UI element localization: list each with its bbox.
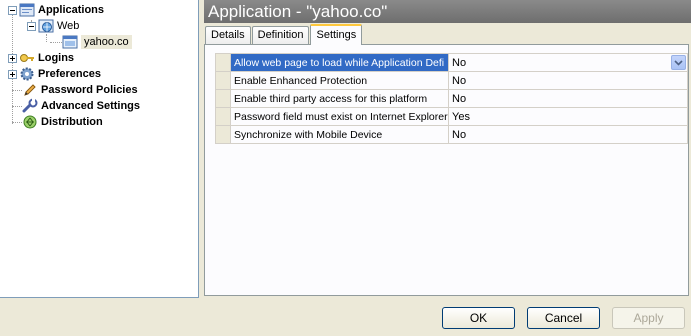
setting-name: Allow web page to load while Application… — [230, 53, 449, 72]
setting-value[interactable]: No — [448, 89, 688, 108]
settings-row[interactable]: Synchronize with Mobile Device No — [215, 125, 688, 144]
row-gutter — [215, 125, 231, 144]
tree-item-advanced-settings[interactable]: Advanced Settings — [22, 98, 140, 114]
tab-strip: Details Definition Settings — [205, 24, 363, 45]
dropdown-button[interactable] — [671, 55, 686, 70]
apply-button[interactable]: Apply — [612, 307, 685, 329]
setting-name: Enable third party access for this platf… — [230, 89, 449, 108]
tree-item-preferences[interactable]: Preferences — [8, 66, 101, 82]
tree-item-password-policies[interactable]: Password Policies — [22, 82, 138, 98]
cancel-button[interactable]: Cancel — [527, 307, 600, 329]
tab-settings[interactable]: Settings — [310, 24, 363, 45]
row-gutter — [215, 107, 231, 126]
tree-label: Applications — [38, 4, 105, 16]
settings-row[interactable]: Password field must exist on Internet Ex… — [215, 107, 688, 126]
tree-item-web[interactable]: Web — [27, 18, 79, 34]
row-gutter — [215, 89, 231, 108]
row-gutter — [215, 53, 231, 72]
tree-label: Password Policies — [41, 84, 138, 96]
ok-button[interactable]: OK — [442, 307, 515, 329]
tree-label: Logins — [38, 52, 75, 64]
setting-name: Enable Enhanced Protection — [230, 71, 449, 90]
tree-label: Preferences — [38, 68, 101, 80]
applications-folder-icon — [19, 3, 35, 17]
settings-row[interactable]: Enable Enhanced Protection No — [215, 71, 688, 90]
distribution-icon — [23, 115, 37, 129]
tree-item-logins[interactable]: Logins — [8, 50, 74, 66]
setting-value-dropdown[interactable]: No — [448, 53, 688, 72]
setting-name: Password field must exist on Internet Ex… — [230, 107, 449, 126]
setting-value: No — [452, 56, 467, 69]
expand-icon[interactable] — [8, 53, 17, 63]
settings-panel: Allow web page to load while Application… — [204, 44, 689, 296]
settings-row[interactable]: Allow web page to load while Application… — [215, 53, 688, 72]
setting-value[interactable]: No — [448, 71, 688, 90]
tree-item-applications[interactable]: Applications — [8, 2, 104, 18]
pencil-icon — [24, 84, 36, 96]
tree-label: Advanced Settings — [41, 100, 141, 112]
expand-icon[interactable] — [8, 69, 17, 79]
setting-name: Synchronize with Mobile Device — [230, 125, 449, 144]
tree-label: Web — [57, 20, 80, 32]
tree-item-yahoo[interactable]: yahoo.co — [62, 34, 132, 50]
collapse-icon[interactable] — [27, 21, 36, 31]
settings-grid: Allow web page to load while Application… — [215, 53, 688, 144]
chevron-down-icon — [674, 59, 683, 66]
tab-details[interactable]: Details — [205, 26, 251, 45]
collapse-icon[interactable] — [8, 5, 17, 15]
setting-value[interactable]: No — [448, 125, 688, 144]
tree-label: Distribution — [41, 116, 103, 128]
web-globe-icon — [38, 19, 54, 33]
settings-row[interactable]: Enable third party access for this platf… — [215, 89, 688, 108]
tab-definition[interactable]: Definition — [251, 26, 310, 45]
setting-value[interactable]: Yes — [448, 107, 688, 126]
wrench-icon — [22, 98, 38, 113]
tree-item-distribution[interactable]: Distribution — [22, 114, 103, 130]
navigation-tree: Applications Web yahoo.co Logins Prefere… — [0, 0, 199, 298]
gear-icon — [20, 67, 34, 81]
row-gutter — [215, 71, 231, 90]
page-title: Application - "yahoo.co" — [204, 0, 691, 23]
tree-label: yahoo.co — [81, 35, 132, 49]
key-icon — [20, 54, 34, 62]
web-page-icon — [62, 35, 78, 49]
